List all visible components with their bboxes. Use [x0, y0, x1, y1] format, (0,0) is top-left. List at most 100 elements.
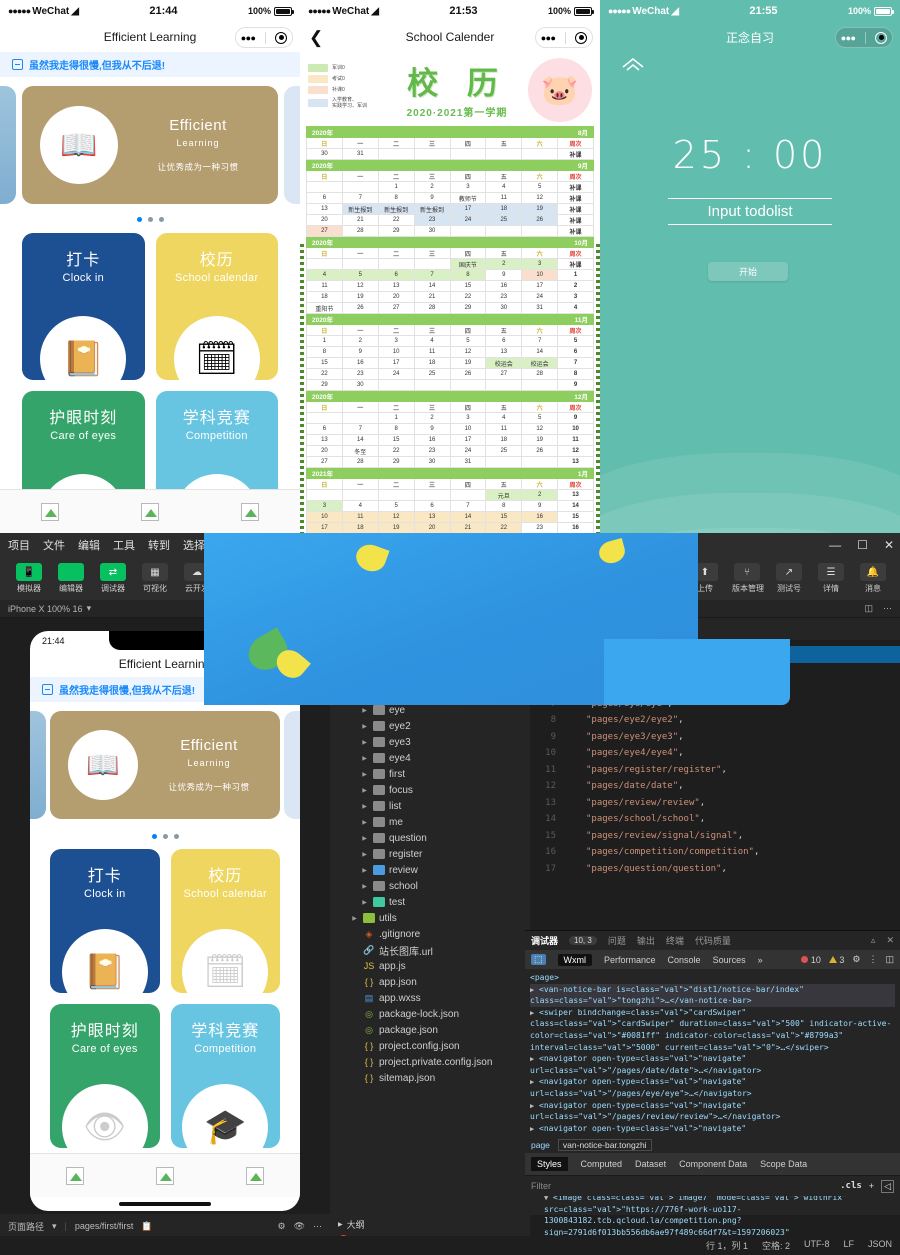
tree-twisty-icon[interactable]: ▶ — [360, 723, 369, 730]
inspector-tab-Console[interactable]: Console — [668, 955, 701, 965]
tree-item-focus[interactable]: ▶ focus — [330, 782, 530, 798]
tree-twisty-icon[interactable]: ▶ — [360, 851, 369, 858]
inspector-tab-»[interactable]: » — [758, 955, 763, 965]
kebab-menu-icon[interactable]: ⋮ — [868, 954, 877, 965]
file-explorer-tree[interactable]: ▶dist1▶images▼pages▶competition▶date▶eye… — [330, 618, 530, 1238]
toolbar-button-消息[interactable]: 🔔 消息 — [858, 563, 888, 594]
close-icon[interactable]: ✕ — [886, 935, 894, 946]
code-line-9[interactable]: 9 "pages/eye3/eye3", — [530, 729, 900, 746]
breadcrumb[interactable]: page van-notice-bar.tongzhi — [525, 1136, 900, 1153]
style-tab-computed[interactable]: Computed — [581, 1159, 623, 1169]
tree-item-review[interactable]: ▶ review — [330, 862, 530, 878]
sim-tab-bar[interactable] — [30, 1153, 300, 1197]
tree-item-test[interactable]: ▶ test — [330, 894, 530, 910]
tree-twisty-icon[interactable]: ▶ — [360, 787, 369, 794]
more-icon[interactable]: ●●● — [541, 33, 556, 43]
toolbar-button-版本管理[interactable]: ⑂ 版本管理 — [732, 563, 764, 594]
todolist-input[interactable]: Input todolist — [668, 198, 832, 225]
status-item-4[interactable]: JSON — [868, 1239, 892, 1252]
tree-item-list[interactable]: ▶ list — [330, 798, 530, 814]
more-icon[interactable]: ⋯ — [883, 603, 892, 614]
toolbar-button-详情[interactable]: ☰ 详情 — [816, 563, 846, 594]
wxml-node-2[interactable]: ▶ <swiper bindchange=class="val">"cardSw… — [530, 1007, 895, 1053]
tree-twisty-icon[interactable]: ▶ — [360, 819, 369, 826]
swiper-active-card[interactable]: 📖 Efficient Learning 让优秀成为一种习惯 — [50, 711, 280, 819]
wxml-node-0[interactable]: <page> — [530, 972, 895, 984]
code-line-8[interactable]: 8 "pages/eye2/eye2", — [530, 712, 900, 729]
tab-item-2[interactable] — [200, 490, 300, 533]
menu-item-3[interactable]: 工具 — [113, 537, 135, 553]
devtools-tab-5[interactable]: 代码质量 — [695, 934, 731, 947]
devtools-tab-3[interactable]: 输出 — [637, 934, 655, 947]
swiper-prev-card[interactable] — [30, 711, 46, 819]
style-tab-component-data[interactable]: Component Data — [679, 1159, 747, 1169]
status-item-0[interactable]: 行 1，列 1 — [706, 1239, 748, 1252]
toolbar-button-编辑器[interactable]: 编辑器 — [56, 563, 86, 594]
swiper-dot-1[interactable] — [162, 834, 168, 839]
swiper-active-card[interactable]: 📖 Efficient Learning 让优秀成为一种习惯 — [22, 86, 278, 204]
style-tabs[interactable]: Styles Computed Dataset Component Data Scope… — [525, 1153, 900, 1175]
close-target-icon[interactable] — [875, 31, 888, 44]
chevron-right-icon[interactable]: ▶ — [338, 1221, 343, 1228]
page-path-label[interactable]: 页面路径 — [8, 1220, 44, 1233]
inspector-tab-Sources[interactable]: Sources — [713, 955, 746, 965]
swiper-dot-1[interactable] — [147, 217, 153, 222]
tree-twisty-icon[interactable]: ▶ — [360, 835, 369, 842]
tree-item-school[interactable]: ▶ school — [330, 878, 530, 894]
home-icon[interactable] — [621, 56, 645, 76]
close-button[interactable]: ✕ — [884, 538, 894, 552]
swiper-dot-0[interactable] — [136, 217, 142, 222]
wechat-capsule-menu[interactable]: ●●● — [835, 27, 893, 48]
tree-item-me[interactable]: ▶ me — [330, 814, 530, 830]
code-line-15[interactable]: 15 "pages/review/signal/signal", — [530, 828, 900, 845]
swiper-dot-0[interactable] — [151, 834, 157, 839]
devtools-top-tabs[interactable]: 调试器 10, 3 问题 输出 终端 代码质量 ▵ ✕ — [525, 931, 900, 950]
breadcrumb-item-page[interactable]: page — [531, 1140, 550, 1150]
tree-twisty-icon[interactable]: ▶ — [360, 883, 369, 890]
banner-swiper[interactable]: 📖 Efficient Learning 让优秀成为一种习惯 — [0, 86, 300, 212]
code-line-14[interactable]: 14 "pages/school/school", — [530, 811, 900, 828]
tile-care-of-eyes[interactable]: 护眼时刻 Care of eyes 👁 — [50, 1004, 160, 1148]
status-item-3[interactable]: LF — [843, 1239, 854, 1252]
device-selector[interactable]: iPhone X 100% 16 — [8, 604, 83, 614]
back-chevron-icon[interactable]: ❮ — [309, 29, 323, 46]
split-panel-icon[interactable]: ◫ — [864, 603, 873, 614]
code-line-17[interactable]: 17 "pages/question/question", — [530, 861, 900, 878]
tile-clock-in[interactable]: 打卡 Clock in 📔 — [22, 233, 145, 380]
tree-item-.gitignore[interactable]: ◈ .gitignore — [330, 926, 530, 942]
code-line-13[interactable]: 13 "pages/review/review", — [530, 795, 900, 812]
tree-item-app.js[interactable]: JS app.js — [330, 958, 530, 974]
toolbar-button-可视化[interactable]: ▦ 可视化 — [140, 563, 170, 594]
tile-school-calendar[interactable]: 校历 School calendar 🗓 — [170, 849, 280, 993]
copy-icon[interactable]: 📋 — [141, 1221, 152, 1232]
menu-item-4[interactable]: 转到 — [148, 537, 170, 553]
tree-item-utils[interactable]: ▶ utils — [330, 910, 530, 926]
tree-twisty-icon[interactable]: ▶ — [360, 899, 369, 906]
devtools-inspector-tabs[interactable]: ⬚ Wxml Performance Console Sources » 10 3 ⚙ ⋮… — [525, 950, 900, 969]
tree-twisty-icon[interactable]: ▶ — [360, 707, 369, 714]
swiper-dot-2[interactable] — [158, 217, 164, 222]
tab-item-0[interactable] — [0, 490, 100, 533]
toolbar-button-调试器[interactable]: ⇄ 调试器 — [98, 563, 128, 594]
tree-item-project.config.json[interactable]: { } project.config.json — [330, 1038, 530, 1054]
code-line-10[interactable]: 10 "pages/eye4/eye4", — [530, 745, 900, 762]
tree-item-package-lock.json[interactable]: ◎ package-lock.json — [330, 1006, 530, 1022]
menu-item-2[interactable]: 编辑 — [78, 537, 100, 553]
filter-input[interactable]: Filter — [531, 1181, 551, 1191]
tree-twisty-icon[interactable]: ▶ — [360, 803, 369, 810]
inspector-tab-Performance[interactable]: Performance — [604, 955, 656, 965]
tab-bar[interactable] — [0, 489, 300, 533]
devtools-tab-4[interactable]: 终端 — [666, 934, 684, 947]
wxml-node-3[interactable]: ▶ <navigator open-type=class="val">"navi… — [530, 1053, 895, 1076]
devtools-tab-1[interactable]: 10, 3 — [569, 936, 597, 945]
maximize-button[interactable]: ☐ — [857, 538, 868, 552]
tab-item-2[interactable] — [210, 1154, 300, 1197]
tree-twisty-icon[interactable]: ▶ — [360, 867, 369, 874]
menu-item-0[interactable]: 项目 — [8, 537, 30, 553]
tree-item-app.wxss[interactable]: ▤ app.wxss — [330, 990, 530, 1006]
chevron-down-icon[interactable]: ▾ — [52, 1221, 57, 1232]
cls-button[interactable]: .cls — [840, 1181, 862, 1191]
tab-item-1[interactable] — [120, 1154, 210, 1197]
tree-item-package.json[interactable]: ◎ package.json — [330, 1022, 530, 1038]
error-badge[interactable]: 10 — [801, 955, 821, 965]
